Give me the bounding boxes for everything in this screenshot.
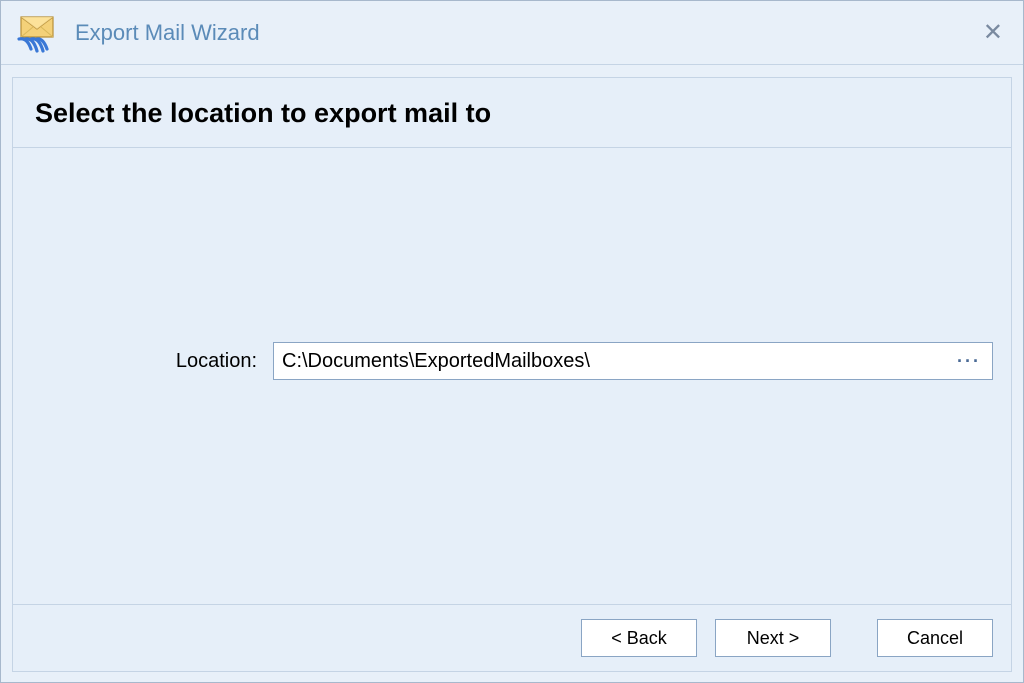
- title-bar: Export Mail Wizard ✕: [1, 1, 1023, 65]
- body-section: Location: ···: [13, 148, 1011, 604]
- location-input-wrapper: ···: [273, 342, 993, 380]
- location-label: Location:: [31, 350, 273, 373]
- page-title: Select the location to export mail to: [35, 98, 989, 129]
- next-button[interactable]: Next >: [715, 619, 831, 657]
- browse-ellipsis-icon[interactable]: ···: [953, 350, 985, 372]
- button-bar: < Back Next > Cancel: [13, 604, 1011, 671]
- header-section: Select the location to export mail to: [13, 78, 1011, 148]
- close-icon[interactable]: ✕: [975, 17, 1011, 49]
- export-mail-wizard-window: Export Mail Wizard ✕ Select the location…: [0, 0, 1024, 683]
- content-outer: Select the location to export mail to Lo…: [1, 65, 1023, 682]
- window-title: Export Mail Wizard: [75, 20, 975, 46]
- location-input[interactable]: [273, 342, 993, 380]
- app-icon: [13, 9, 61, 57]
- content-panel: Select the location to export mail to Lo…: [12, 77, 1012, 672]
- cancel-button[interactable]: Cancel: [877, 619, 993, 657]
- location-row: Location: ···: [31, 342, 993, 380]
- back-button[interactable]: < Back: [581, 619, 697, 657]
